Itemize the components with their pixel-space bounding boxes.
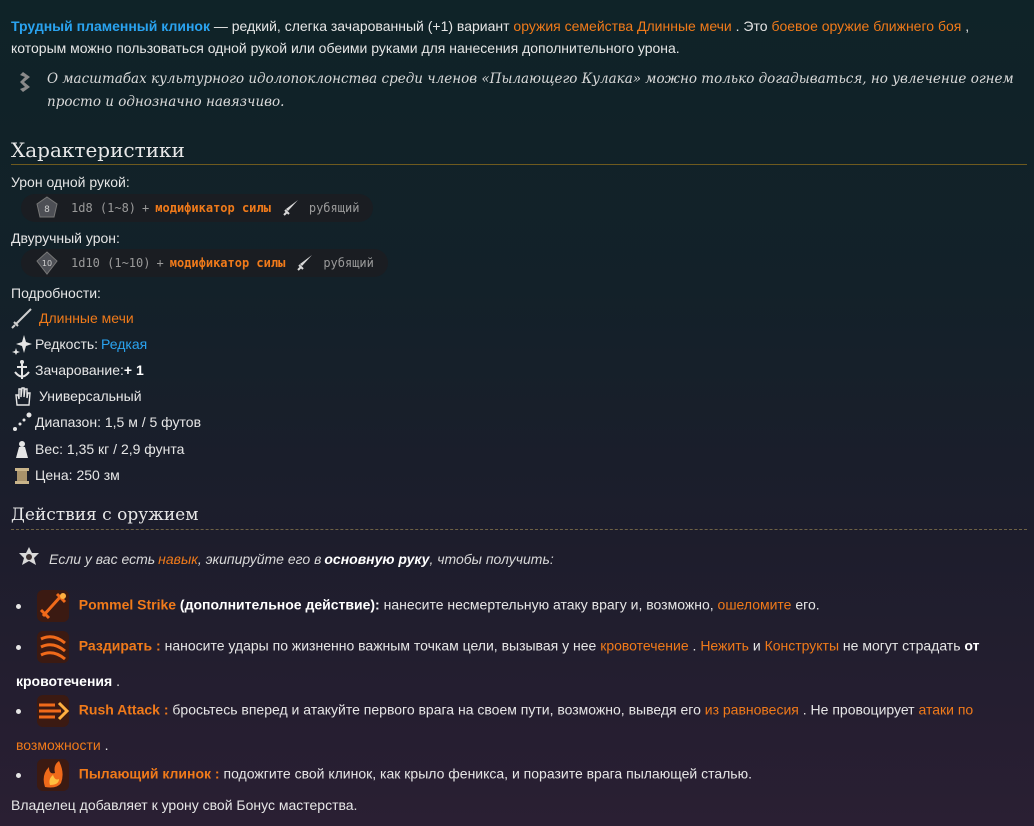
rarity-label: Редкость:	[35, 336, 99, 352]
action-desc-tail: не могут страдать	[839, 637, 965, 654]
range-icon	[13, 412, 32, 431]
action-name[interactable]: Pommel Strike	[79, 597, 176, 613]
d8-die-icon: 8	[36, 196, 58, 218]
item-name: Трудный пламенный клинок	[11, 18, 210, 34]
item-intro: Трудный пламенный клинок — редкий, слегк…	[11, 15, 1021, 59]
flaming-blade-icon[interactable]	[35, 757, 71, 793]
one-hand-damage-type: рубящий	[308, 201, 360, 215]
detail-rarity: Редкость: Редкая	[11, 332, 147, 356]
lacerate-icon[interactable]	[35, 629, 71, 665]
action-name[interactable]: Раздирать :	[79, 638, 161, 654]
note-mid: , экипируйте его в	[197, 551, 322, 567]
action-desc-mid: . Не провоцирует	[798, 701, 919, 718]
mastery-note: Владелец добавляет к урону свой Бонус ма…	[11, 797, 358, 813]
intro-text-2: . Это	[731, 18, 772, 34]
action-desc-sep: .	[688, 637, 701, 654]
slashing-sword-icon	[297, 255, 313, 271]
detail-weight: Вес: 1,35 кг / 2,9 фунта	[11, 437, 184, 461]
svg-text:10: 10	[42, 259, 52, 268]
action-desc-end: его.	[791, 596, 820, 613]
link-melee-weapon[interactable]: боевое оружие ближнего боя	[771, 18, 961, 34]
bullet	[16, 644, 21, 650]
action-desc: бросьтесь вперед и атакуйте первого враг…	[168, 701, 705, 718]
two-hand-dice: 1d10 (1~10)	[71, 256, 151, 270]
link-proficiency[interactable]: навык	[158, 551, 198, 567]
range-value: Диапазон: 1,5 м / 5 футов	[35, 414, 202, 430]
longsword-icon	[11, 308, 32, 329]
rush-attack-icon[interactable]	[35, 693, 71, 729]
intro-text-1: — редкий, слегка зачарованный (+1) вариа…	[209, 18, 514, 34]
enchant-label: Зачарование:	[35, 362, 124, 378]
flavor-quote: О масштабах культурного идолопоклонства …	[11, 68, 1021, 114]
enchantment-icon	[14, 360, 30, 379]
scroll-icon	[20, 72, 30, 92]
detail-price: Цена: 250 зм	[11, 463, 120, 487]
action-name[interactable]: Rush Attack :	[79, 702, 169, 718]
link-undead[interactable]: Нежить	[700, 638, 749, 654]
link-bleeding[interactable]: кровотечение	[600, 638, 688, 654]
sparkle-icon	[12, 335, 32, 355]
action-flaming-blade: Пылающий клинок : подожгите свой клинок,…	[16, 757, 1006, 793]
weight-value: Вес: 1,35 кг / 2,9 фунта	[35, 441, 185, 457]
one-hand-damage: 8 1d8 (1~8) + модификатор силы рубящий	[21, 194, 374, 222]
action-name[interactable]: Пылающий клинок :	[79, 766, 220, 782]
pommel-strike-icon[interactable]	[35, 588, 71, 624]
action-desc-end: .	[112, 673, 120, 689]
link-constructs[interactable]: Конструкты	[765, 638, 839, 654]
two-hand-plus: +	[156, 256, 164, 270]
two-hand-label: Двуручный урон:	[11, 230, 120, 246]
enchant-value: + 1	[123, 362, 144, 378]
link-dazed[interactable]: ошеломите	[718, 597, 792, 613]
weight-icon	[16, 441, 28, 458]
note-prefix: Если у вас есть	[49, 551, 156, 567]
action-pommel-strike: Pommel Strike (дополнительное действие):…	[16, 588, 1006, 624]
link-longswords[interactable]: Длинные мечи	[39, 310, 134, 326]
action-type: (дополнительное действие):	[176, 596, 380, 613]
one-hand-plus: +	[142, 201, 150, 215]
one-hand-label: Урон одной рукой:	[11, 174, 130, 190]
link-longsword-family[interactable]: оружия семейства Длинные мечи	[513, 18, 731, 34]
coins-icon	[15, 468, 29, 484]
two-hand-damage: 10 1d10 (1~10) + модификатор силы рубящи…	[21, 249, 388, 277]
action-desc-and: и	[748, 637, 765, 654]
two-hand-modifier[interactable]: модификатор силы	[170, 256, 286, 270]
detail-range: Диапазон: 1,5 м / 5 футов	[11, 410, 201, 434]
two-hand-damage-type: рубящий	[323, 256, 374, 270]
bullet	[16, 603, 21, 609]
proficiency-badge-icon	[19, 547, 39, 565]
action-rush-attack: Rush Attack : бросьтесь вперед и атакуйт…	[16, 693, 1006, 761]
bullet	[16, 772, 21, 778]
versatile-label: Универсальный	[39, 388, 142, 404]
note-suffix: , чтобы получить:	[429, 551, 554, 567]
slashing-sword-icon	[283, 200, 298, 216]
action-desc: нанесите несмертельную атаку врагу и, во…	[379, 596, 718, 613]
flavor-text: О масштабах культурного идолопоклонства …	[47, 71, 1014, 110]
hand-icon	[15, 387, 31, 406]
price-value: Цена: 250 зм	[35, 467, 120, 483]
link-off-balance[interactable]: из равновесия	[705, 702, 799, 718]
one-hand-modifier[interactable]: модификатор силы	[155, 201, 271, 215]
bullet	[16, 708, 21, 714]
one-hand-dice: 1d8 (1~8)	[71, 201, 137, 215]
proficiency-note: Если у вас есть навык , экипируйте его в…	[11, 545, 554, 573]
detail-enchantment: Зачарование: + 1	[11, 358, 144, 382]
action-desc: наносите удары по жизненно важным точкам…	[160, 637, 601, 654]
svg-text:8: 8	[44, 205, 50, 215]
detail-versatile: Универсальный	[11, 384, 142, 408]
action-lacerate: Раздирать : наносите удары по жизненно в…	[16, 629, 1006, 697]
d10-die-icon: 10	[36, 251, 58, 275]
action-desc-end: .	[100, 737, 109, 753]
rarity-value: Редкая	[101, 336, 148, 352]
note-main-hand: основную руку	[324, 551, 430, 567]
detail-family: Длинные мечи	[11, 306, 134, 330]
action-desc: подожгите свой клинок, как крыло феникса…	[219, 765, 752, 782]
stats-heading: Характеристики	[11, 138, 1027, 165]
details-label: Подробности:	[11, 285, 101, 301]
actions-heading: Действия с оружием	[11, 505, 1027, 530]
